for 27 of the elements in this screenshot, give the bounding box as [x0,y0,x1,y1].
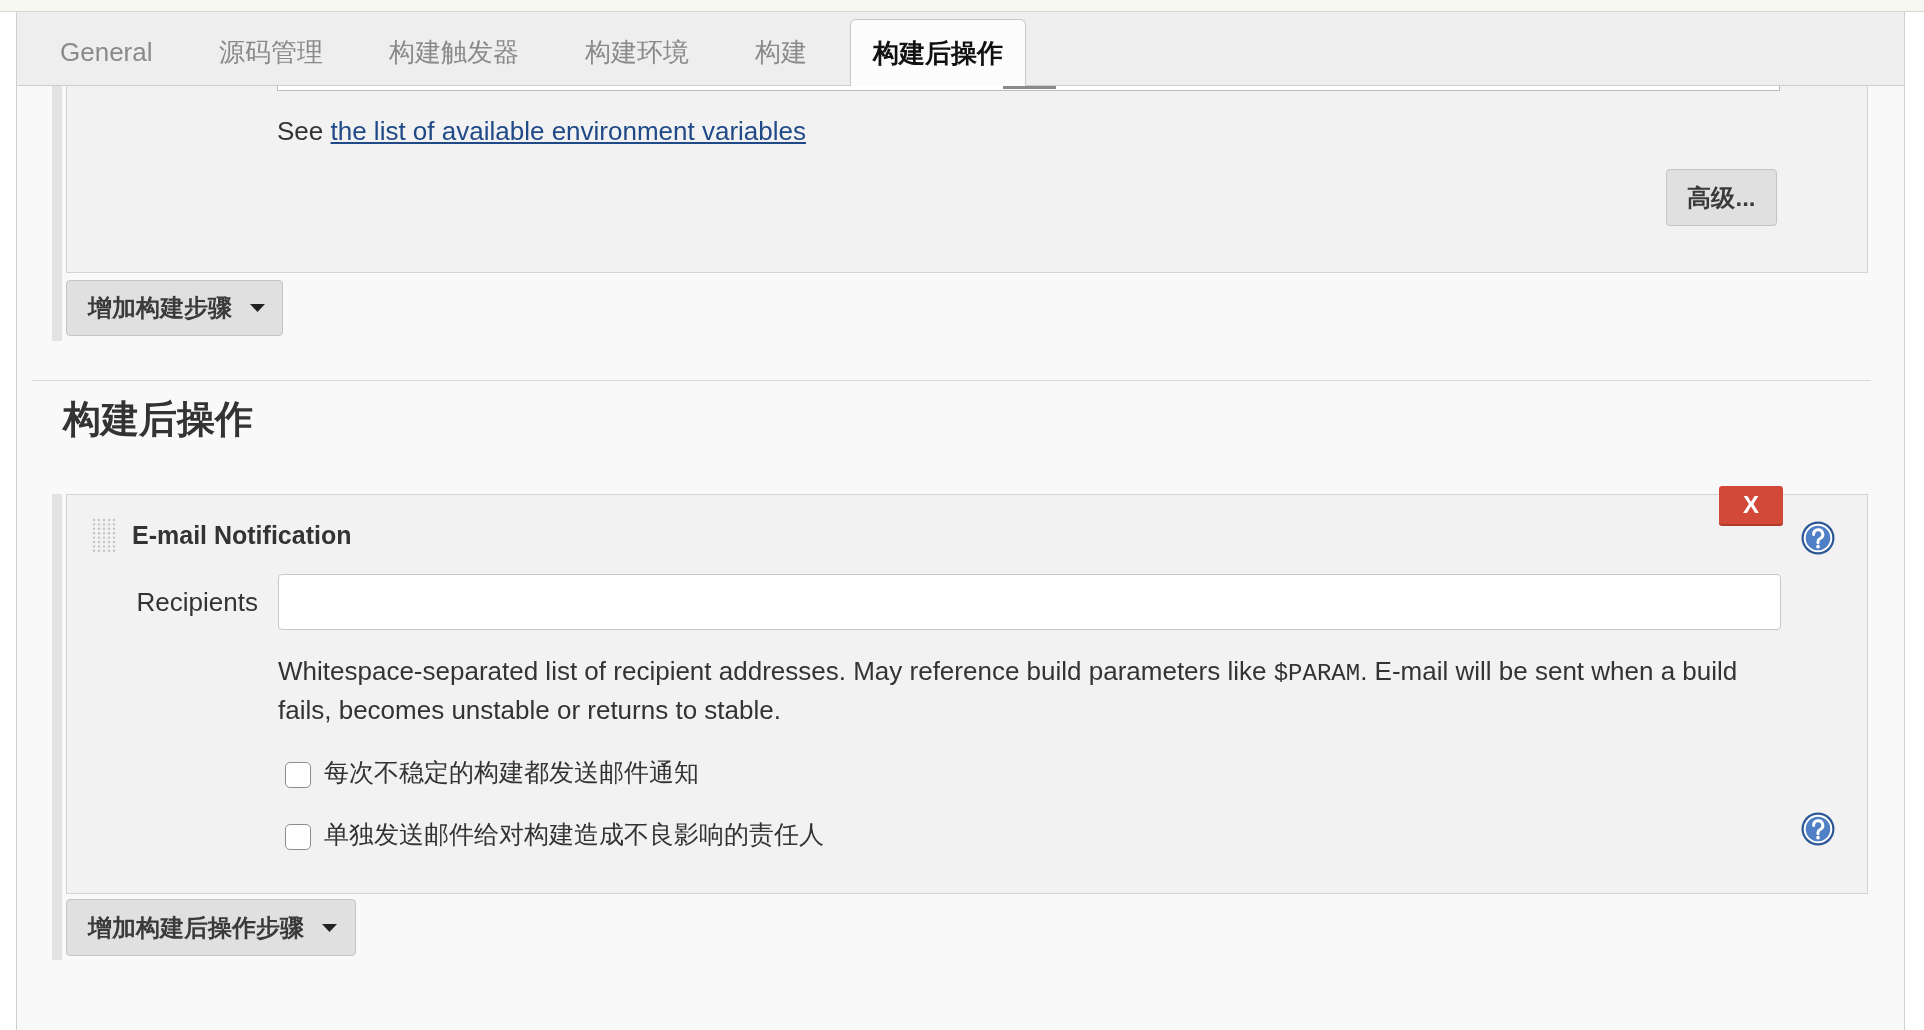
drag-handle-icon[interactable] [92,518,116,553]
checkbox-label: 单独发送邮件给对构建造成不良影响的责任人 [324,819,824,851]
panel-title: E-mail Notification [132,519,352,551]
help-icon[interactable] [1801,812,1835,846]
checkbox[interactable] [285,762,311,788]
tab[interactable]: 构建 [731,19,830,85]
caret-icon [250,304,265,312]
tab[interactable]: 构建后操作 [849,19,1026,86]
tab[interactable]: 构建环境 [561,19,712,85]
tab[interactable]: 构建触发器 [365,19,542,85]
tab[interactable]: 源码管理 [195,19,346,85]
add-step-button[interactable]: 增加构建步骤 [66,280,283,336]
tab[interactable]: General [37,19,176,85]
add-step-button[interactable]: 增加构建后操作步骤 [66,899,356,956]
textarea-field[interactable] [277,86,1780,91]
field-label: Recipients [136,585,258,619]
env-variables-note: See the list of available environment variables [277,116,806,146]
env-variables-link[interactable]: the list of available environment variables [330,116,806,146]
recipients-field[interactable] [278,574,1781,630]
checkbox-label: 每次不稳定的构建都发送邮件通知 [324,757,699,789]
section-heading: 构建后操作 [63,397,253,442]
caret-icon [322,923,337,932]
help-text: Whitespace-separated list of recipient addresses. May reference build parameters like $PARAM. E-mail will be sent when a build fails, becomes unstable or returns to stable. [278,655,1739,727]
advanced-button[interactable]: 高级... [1666,169,1777,226]
help-icon[interactable] [1801,520,1835,555]
checkbox[interactable] [285,824,311,850]
delete-button[interactable]: X [1719,486,1783,526]
